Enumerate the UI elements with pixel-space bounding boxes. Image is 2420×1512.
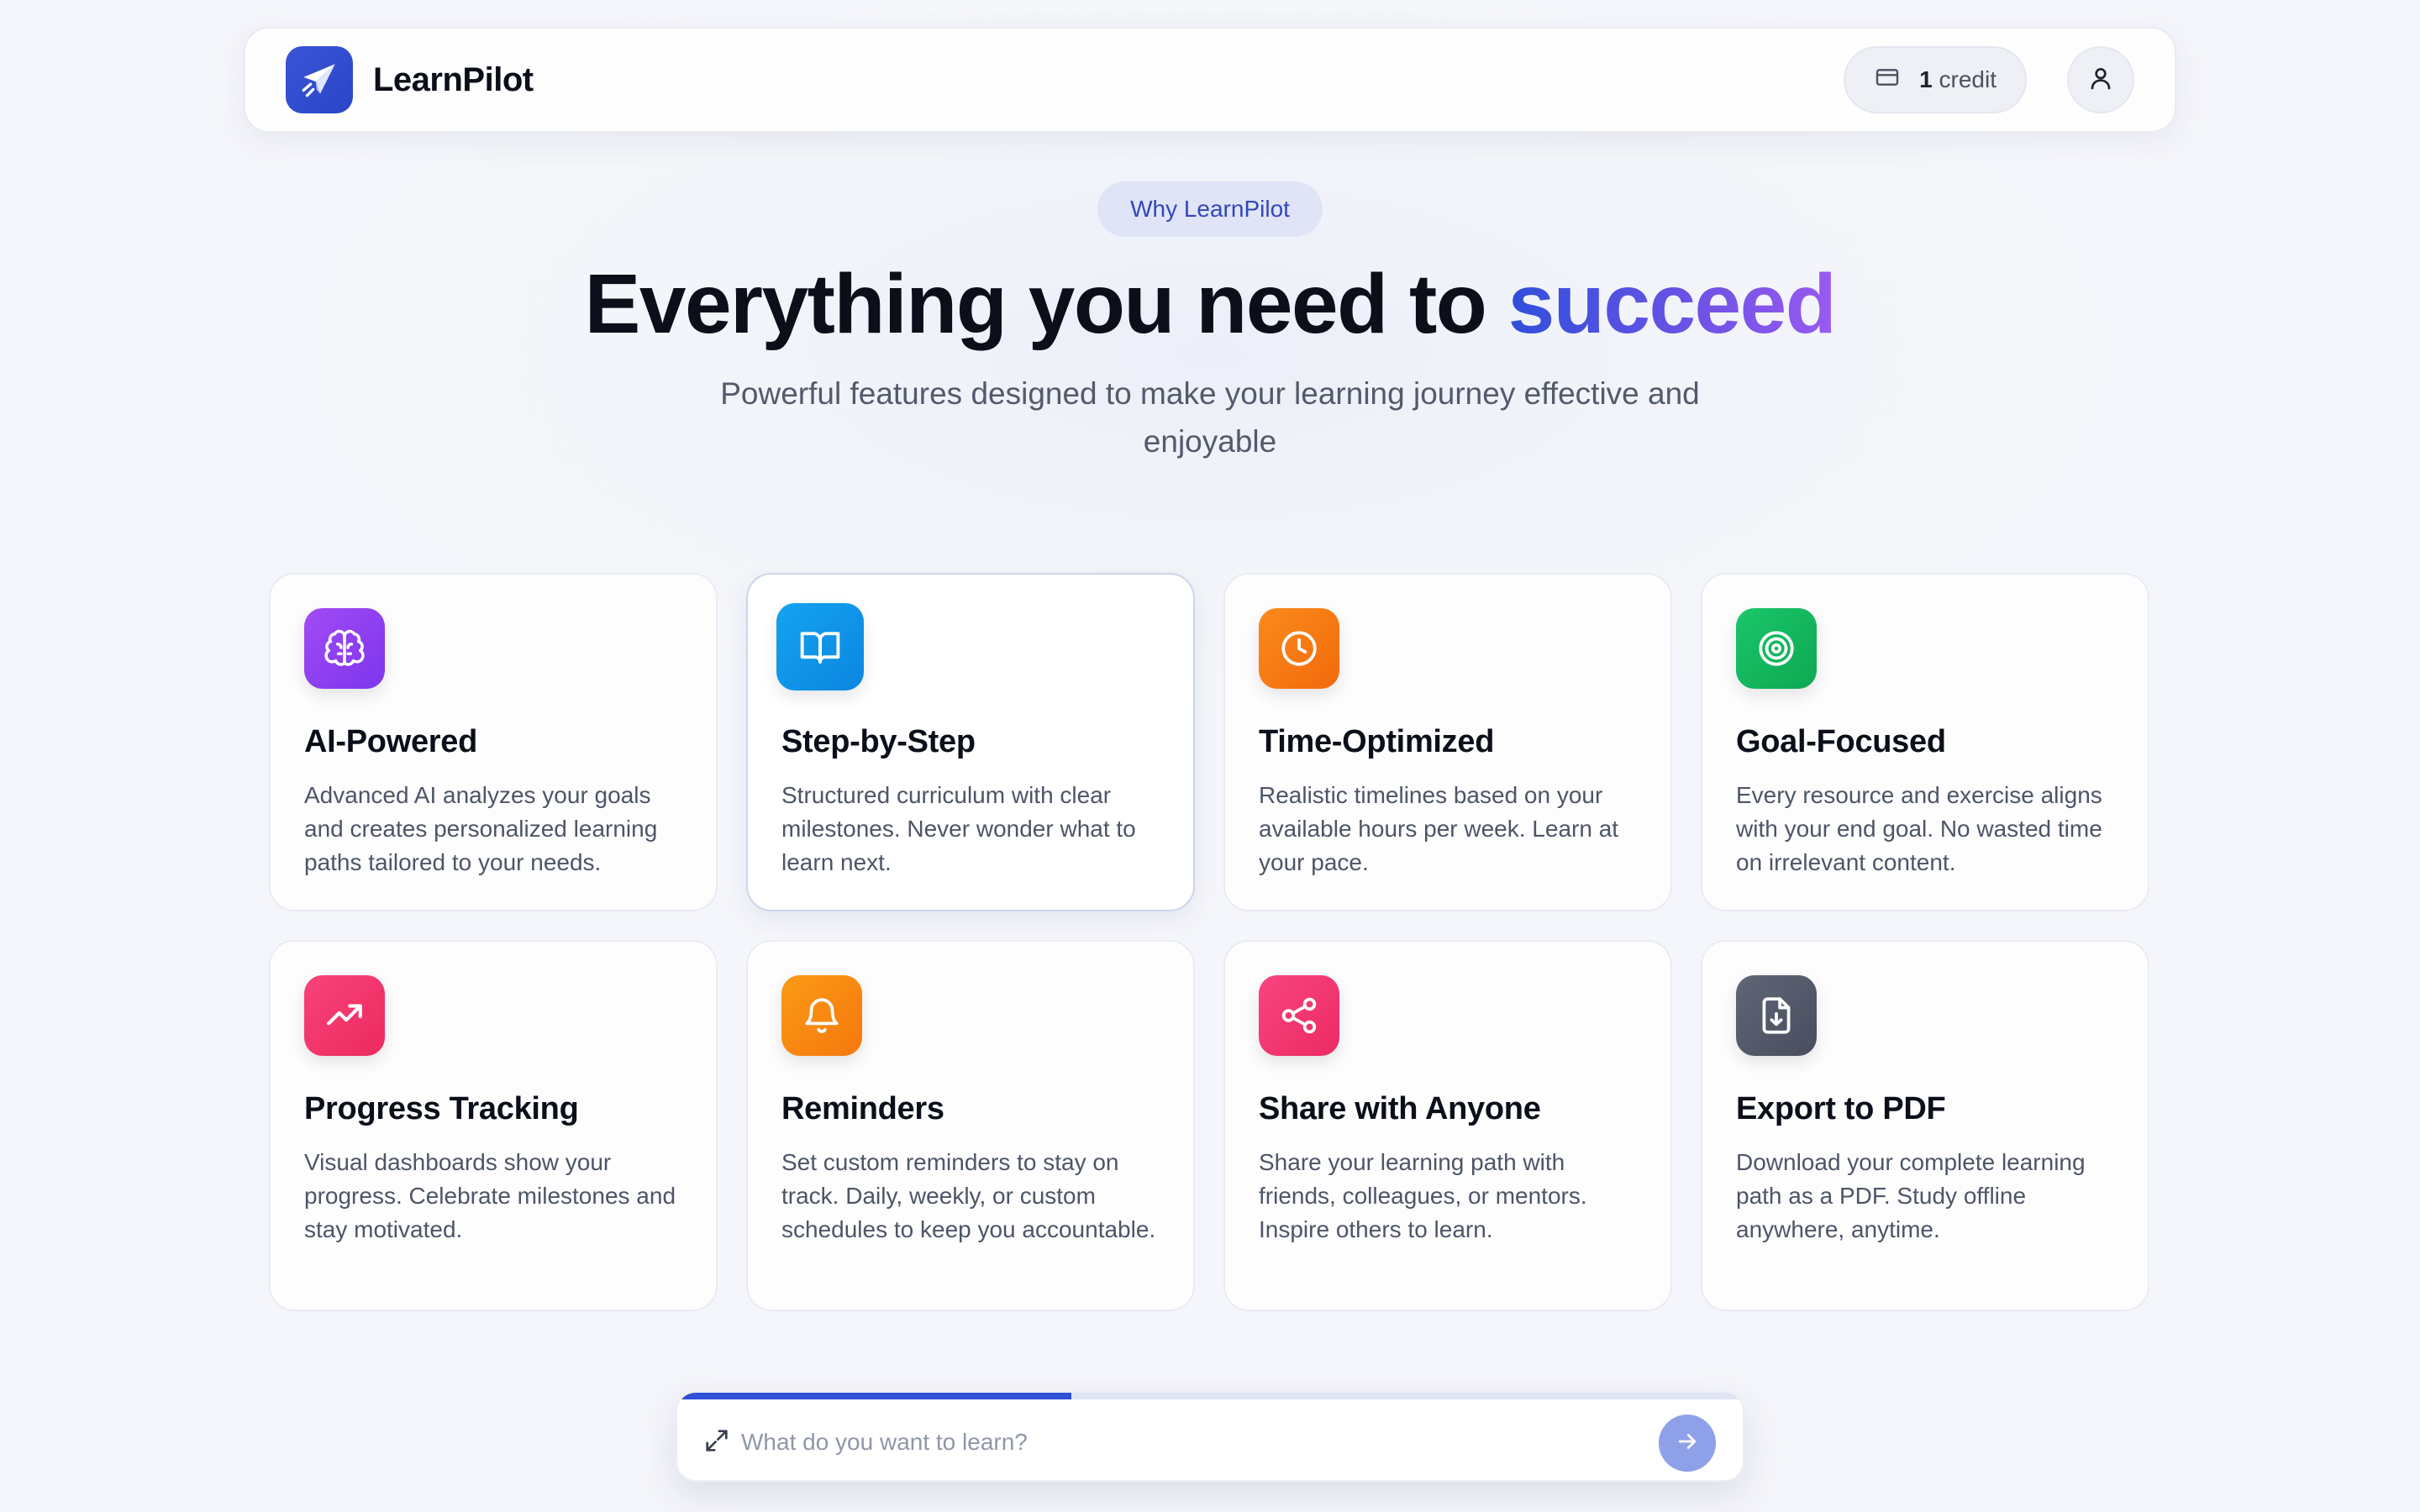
feature-card-share[interactable]: Share with Anyone Share your learning pa… (1223, 940, 1672, 1311)
credits-button[interactable]: 1 credit (1844, 46, 2027, 113)
feature-title: Step-by-Step (781, 724, 976, 759)
book-open-icon (776, 603, 864, 690)
feature-description: Realistic timelines based on your availa… (1259, 782, 1619, 875)
credit-text: 1 credit (1919, 66, 1996, 93)
feature-description: Download your complete learning path as … (1736, 1149, 2086, 1242)
user-icon (2087, 65, 2114, 96)
user-menu-button[interactable] (2067, 46, 2134, 113)
credit-card-icon (1874, 64, 1901, 97)
feature-card-progress-tracking[interactable]: Progress Tracking Visual dashboards show… (269, 940, 718, 1311)
feature-title: Reminders (781, 1091, 944, 1126)
header-actions: 1 credit (1844, 46, 2134, 113)
progress-track (677, 1393, 1743, 1399)
learn-topic-input[interactable] (741, 1413, 1632, 1472)
feature-description: Advanced AI analyzes your goals and crea… (304, 782, 658, 875)
progress-fill (677, 1393, 1072, 1399)
feature-card-export-pdf[interactable]: Export to PDF Download your complete lea… (1701, 940, 2149, 1311)
feature-description: Visual dashboards show your progress. Ce… (304, 1149, 676, 1242)
feature-title: Goal-Focused (1736, 724, 1946, 759)
feature-description: Every resource and exercise aligns with … (1736, 782, 2102, 875)
learn-prompt-bar (676, 1391, 1744, 1482)
feature-card-step-by-step[interactable]: Step-by-Step Structured curriculum with … (746, 573, 1195, 911)
bell-icon (781, 975, 862, 1056)
feature-description: Share your learning path with friends, c… (1259, 1149, 1587, 1242)
target-icon (1736, 608, 1817, 689)
features-grid: AI-Powered Advanced AI analyzes your goa… (269, 573, 2151, 1311)
feature-title: AI-Powered (304, 724, 478, 759)
send-button[interactable] (1659, 1415, 1716, 1472)
arrow-right-icon (1675, 1429, 1700, 1458)
share-icon (1259, 975, 1339, 1056)
file-download-icon (1736, 975, 1817, 1056)
feature-card-goal-focused[interactable]: Goal-Focused Every resource and exercise… (1701, 573, 2149, 911)
section-badge: Why LearnPilot (1097, 181, 1323, 237)
feature-card-reminders[interactable]: Reminders Set custom reminders to stay o… (746, 940, 1195, 1311)
feature-title: Share with Anyone (1259, 1091, 1541, 1126)
feature-description: Set custom reminders to stay on track. D… (781, 1149, 1156, 1242)
feature-card-time-optimized[interactable]: Time-Optimized Realistic timelines based… (1223, 573, 1672, 911)
brain-icon (304, 608, 385, 689)
credit-count: 1 (1919, 66, 1933, 92)
hero-title-prefix: Everything you need to (584, 257, 1508, 351)
feature-card-ai-powered[interactable]: AI-Powered Advanced AI analyzes your goa… (269, 573, 718, 911)
expand-icon[interactable] (702, 1426, 731, 1455)
feature-title: Progress Tracking (304, 1091, 579, 1126)
hero-title: Everything you need to succeed (0, 252, 2420, 356)
hero-subtitle: Powerful features designed to make your … (720, 376, 1700, 459)
top-header: LearnPilot 1 credit (244, 27, 2176, 133)
brand[interactable]: LearnPilot (286, 46, 534, 113)
brand-name: LearnPilot (373, 60, 534, 98)
logo-icon (286, 46, 353, 113)
trending-up-icon (304, 975, 385, 1056)
feature-title: Time-Optimized (1259, 724, 1495, 759)
feature-description: Structured curriculum with clear milesto… (781, 782, 1136, 875)
clock-icon (1259, 608, 1339, 689)
hero-title-accent: succeed (1507, 257, 1837, 351)
feature-title: Export to PDF (1736, 1091, 1946, 1126)
credit-label: credit (1939, 66, 1996, 92)
